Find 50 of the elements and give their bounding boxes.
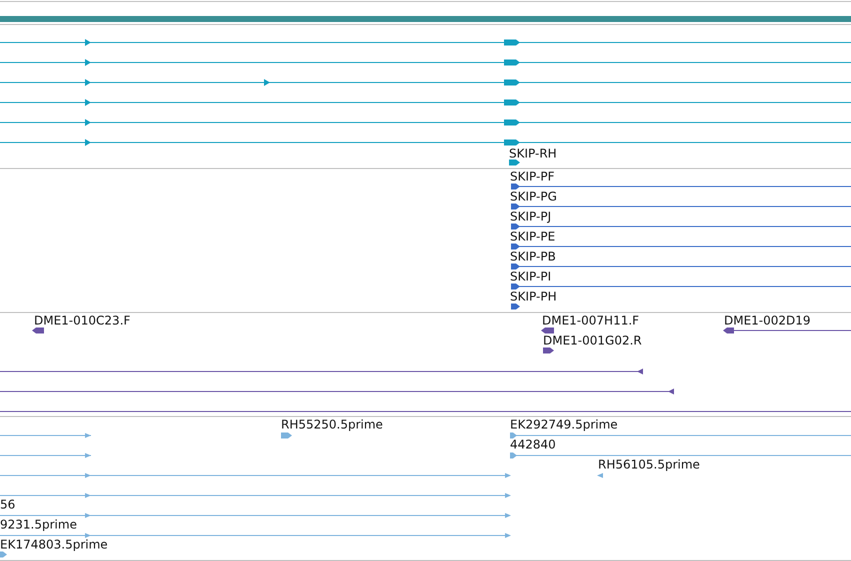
- est-feature[interactable]: [597, 473, 603, 478]
- feature-label: SKIP-PE: [510, 230, 556, 244]
- feature-label: DME1-010C23.F: [34, 314, 130, 328]
- feature-label: 442840: [510, 438, 556, 452]
- transcript-feature[interactable]: [510, 264, 851, 270]
- est-feature[interactable]: [0, 493, 511, 498]
- feature-label: EK292749.5prime: [510, 418, 618, 432]
- transcript-feature[interactable]: [0, 59, 851, 66]
- transcript-feature[interactable]: [511, 304, 520, 310]
- clone-feature[interactable]: [541, 328, 554, 334]
- clone-feature[interactable]: [543, 348, 554, 354]
- feature-label: SKIP-PI: [510, 270, 552, 284]
- feature-label: DME1-001G02.R: [543, 334, 642, 348]
- est-feature[interactable]: [0, 453, 92, 458]
- feature-label: RH55250.5prime: [281, 418, 383, 432]
- transcript-feature[interactable]: [0, 39, 851, 46]
- feature-label: DME1-007H11.F: [542, 314, 640, 328]
- feature-label: 56: [0, 498, 16, 512]
- feature-label: 9231.5prime: [0, 518, 77, 532]
- clone-feature[interactable]: [32, 328, 44, 334]
- feature-label: EK174803.5prime: [0, 538, 108, 552]
- transcript-feature[interactable]: [510, 224, 851, 230]
- est-feature[interactable]: [0, 473, 511, 478]
- feature-label: DME1-002D19: [724, 314, 811, 328]
- transcript-feature[interactable]: [0, 79, 851, 86]
- est-feature[interactable]: [0, 433, 92, 438]
- transcript-feature[interactable]: [509, 160, 520, 166]
- feature-label: RH56105.5prime: [598, 458, 700, 472]
- est-feature[interactable]: [510, 452, 851, 458]
- est-feature[interactable]: [281, 432, 292, 438]
- clone-feature[interactable]: [0, 368, 644, 374]
- feature-label: SKIP-PJ: [510, 210, 552, 224]
- transcript-feature[interactable]: [0, 139, 851, 146]
- est-feature[interactable]: [0, 552, 7, 558]
- feature-label: SKIP-PB: [510, 250, 556, 264]
- feature-label: SKIP-RH: [509, 146, 557, 160]
- feature-label: SKIP-PF: [510, 170, 554, 184]
- feature-label: SKIP-PH: [510, 290, 557, 304]
- clone-feature[interactable]: [723, 328, 851, 334]
- transcript-feature[interactable]: [0, 119, 851, 126]
- transcript-feature[interactable]: [510, 184, 851, 190]
- est-feature[interactable]: [0, 513, 511, 518]
- est-feature[interactable]: [510, 432, 851, 438]
- est-feature[interactable]: [0, 533, 511, 538]
- transcript-feature[interactable]: [0, 99, 851, 106]
- transcript-feature[interactable]: [510, 284, 851, 290]
- transcript-feature[interactable]: [510, 244, 851, 250]
- clone-feature[interactable]: [0, 388, 674, 394]
- feature-label: SKIP-PG: [510, 190, 557, 204]
- transcript-feature[interactable]: [510, 204, 851, 210]
